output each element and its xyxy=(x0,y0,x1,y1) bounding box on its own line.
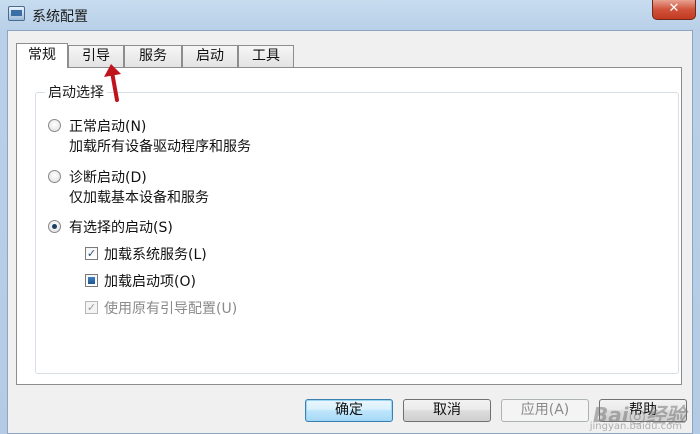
system-config-window: 系统配置 ✕ 常规 引导 服务 启动 工具 启动选择 正常启动(N) 加载所有设… xyxy=(0,0,700,434)
selective-startup-label[interactable]: 有选择的启动(S) xyxy=(69,217,173,237)
general-tab-panel: 启动选择 正常启动(N) 加载所有设备驱动程序和服务 诊断启动(D) 仅加载基本… xyxy=(16,67,682,385)
dialog-client-area: 常规 引导 服务 启动 工具 启动选择 正常启动(N) 加载所有设备驱动程序和服… xyxy=(7,30,693,434)
use-original-boot-config-checkbox: ✓ xyxy=(85,301,98,314)
load-startup-items-checkbox[interactable] xyxy=(85,274,98,287)
load-system-services-label[interactable]: 加载系统服务(L) xyxy=(104,244,207,264)
selective-startup-radio[interactable] xyxy=(48,220,61,233)
load-system-services-checkbox[interactable]: ✓ xyxy=(85,247,98,260)
tab-services[interactable]: 服务 xyxy=(124,45,182,67)
load-startup-items-label[interactable]: 加载启动项(O) xyxy=(104,271,196,291)
title-bar[interactable]: 系统配置 ✕ xyxy=(0,0,700,30)
tab-general[interactable]: 常规 xyxy=(16,43,68,68)
startup-selection-title: 启动选择 xyxy=(45,82,107,102)
normal-startup-label[interactable]: 正常启动(N) xyxy=(69,116,146,136)
normal-startup-radio[interactable] xyxy=(48,119,61,132)
cancel-button[interactable]: 取消 xyxy=(403,399,491,422)
ok-button[interactable]: 确定 xyxy=(305,399,393,422)
tab-tools[interactable]: 工具 xyxy=(238,45,294,67)
help-button[interactable]: 帮助 xyxy=(599,399,687,422)
close-button[interactable]: ✕ xyxy=(652,0,696,20)
diagnostic-startup-label[interactable]: 诊断启动(D) xyxy=(69,167,147,187)
apply-button: 应用(A) xyxy=(501,399,589,422)
window-title: 系统配置 xyxy=(32,9,88,25)
tab-startup[interactable]: 启动 xyxy=(182,45,238,67)
tab-boot[interactable]: 引导 xyxy=(68,45,124,67)
diagnostic-startup-radio[interactable] xyxy=(48,170,61,183)
normal-startup-description: 加载所有设备驱动程序和服务 xyxy=(69,139,251,155)
system-config-app-icon xyxy=(8,6,25,21)
diagnostic-startup-description: 仅加载基本设备和服务 xyxy=(69,190,209,206)
use-original-boot-config-label: 使用原有引导配置(U) xyxy=(104,301,238,317)
